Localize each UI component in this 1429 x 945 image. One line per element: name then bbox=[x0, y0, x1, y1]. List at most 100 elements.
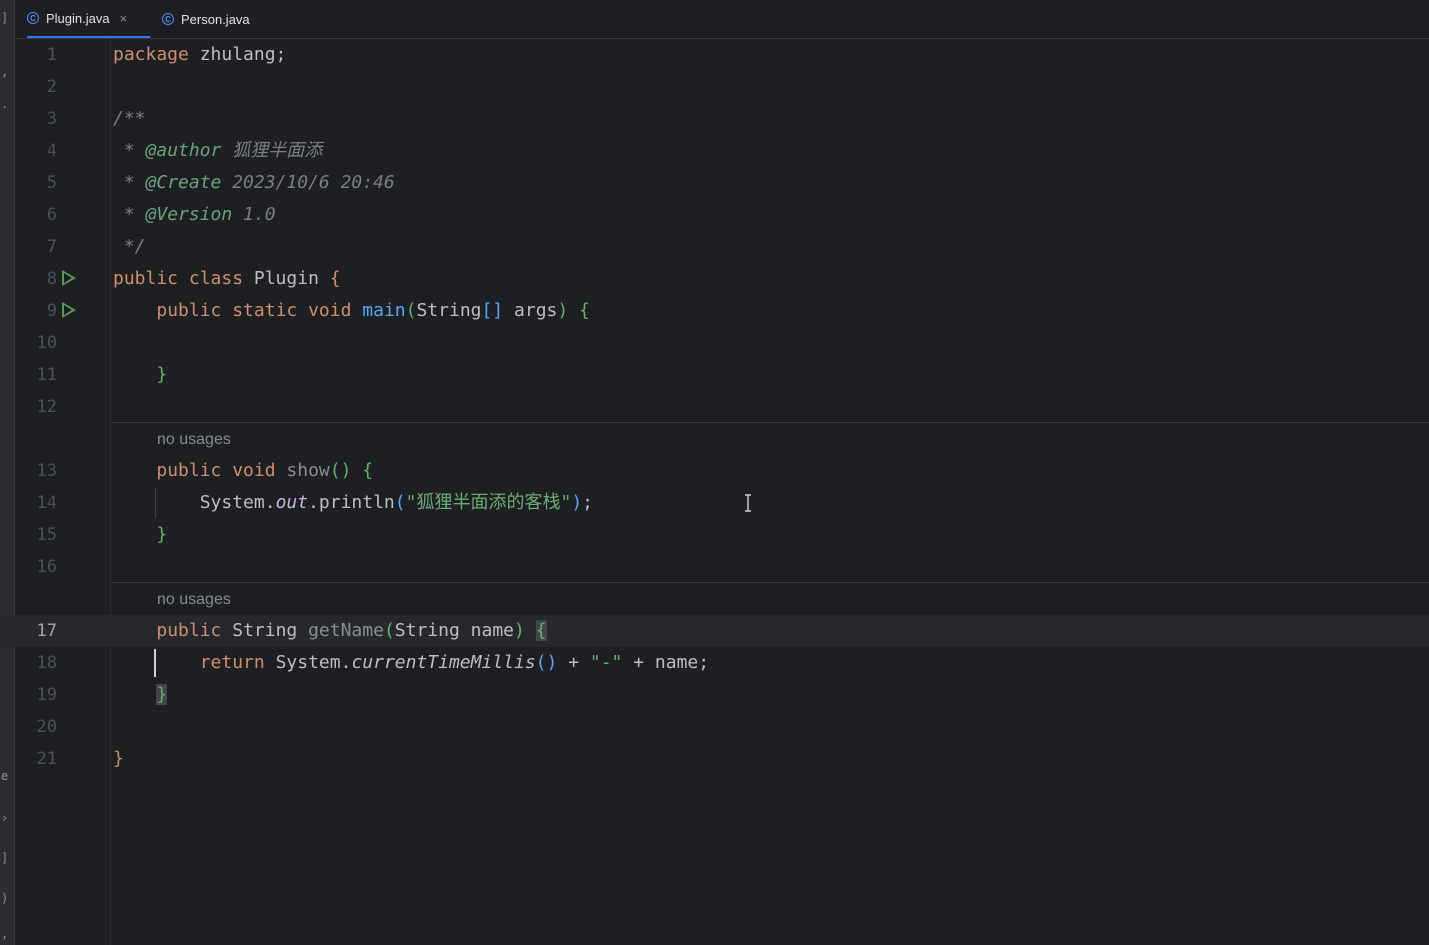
type: String bbox=[394, 620, 460, 641]
line-number: 16 bbox=[36, 557, 57, 577]
run-tool-icon[interactable]: › bbox=[1, 812, 8, 824]
code-line-13[interactable]: public void show() { bbox=[113, 455, 373, 487]
brace: { bbox=[568, 300, 590, 321]
brace: { bbox=[351, 460, 374, 481]
javadoc-tag: @Version bbox=[145, 204, 233, 225]
brace: { bbox=[329, 268, 341, 289]
code-line-21[interactable]: } bbox=[113, 743, 124, 775]
code-line-8[interactable]: public class Plugin { bbox=[113, 263, 341, 295]
static-field: out bbox=[275, 492, 309, 513]
line-number: 5 bbox=[46, 173, 57, 193]
method-separator bbox=[113, 582, 1429, 583]
code-line-4[interactable]: * @author 狐狸半面添 bbox=[113, 135, 322, 167]
line-number-current: 17 bbox=[36, 621, 57, 641]
line-number: 15 bbox=[36, 525, 57, 545]
tab-plugin-java[interactable]: C Plugin.java × bbox=[27, 0, 150, 38]
type: String bbox=[221, 620, 298, 641]
comment: /** bbox=[113, 108, 146, 129]
comment: 1.0 bbox=[232, 204, 276, 225]
line-number: 8 bbox=[46, 269, 57, 289]
line-number: 19 bbox=[36, 685, 57, 705]
line-number: 4 bbox=[46, 141, 57, 161]
semicolon: ; bbox=[582, 492, 593, 513]
keyword: public void bbox=[156, 460, 276, 481]
left-tool-strip: ] , . e › ] ) , bbox=[0, 0, 15, 945]
method-name: main bbox=[351, 300, 406, 321]
operator: + bbox=[557, 652, 590, 673]
line-number: 18 bbox=[36, 653, 57, 673]
structure-tool-icon[interactable]: , bbox=[1, 66, 8, 78]
paren: ( bbox=[383, 620, 395, 641]
matched-brace: } bbox=[156, 684, 168, 705]
code-line-3[interactable]: /** bbox=[113, 103, 146, 135]
code-line-7[interactable]: */ bbox=[113, 231, 146, 263]
ibeam-cursor-icon bbox=[745, 494, 751, 512]
code-text: zhulang; bbox=[188, 44, 287, 65]
line-number: 20 bbox=[36, 717, 57, 737]
code-line-6[interactable]: * @Version 1.0 bbox=[113, 199, 276, 231]
line-number: 7 bbox=[46, 237, 57, 257]
line-number: 2 bbox=[46, 77, 57, 97]
string-literal: "狐狸半面添的客栈" bbox=[405, 492, 572, 513]
text-caret bbox=[154, 649, 156, 677]
line-number: 21 bbox=[36, 749, 57, 769]
comment: 狐狸半面添 bbox=[221, 140, 323, 161]
keyword: public static void bbox=[156, 300, 352, 321]
tab-person-java[interactable]: C Person.java bbox=[162, 0, 250, 38]
run-class-icon[interactable] bbox=[62, 270, 76, 286]
param: args bbox=[503, 300, 558, 321]
string-literal: "-" bbox=[589, 652, 623, 673]
line-number: 13 bbox=[36, 461, 57, 481]
brace: } bbox=[156, 524, 168, 545]
editor-tab-bar: C Plugin.java × C Person.java bbox=[15, 0, 1429, 39]
paren: ) bbox=[514, 620, 525, 641]
type: String bbox=[416, 300, 482, 321]
code-line-17[interactable]: public String getName(String name) { bbox=[113, 615, 547, 647]
comment: * bbox=[113, 204, 146, 225]
matched-brace: { bbox=[535, 620, 547, 641]
line-number: 9 bbox=[46, 301, 57, 321]
paren: ) bbox=[571, 492, 583, 513]
services-tool-icon[interactable]: e bbox=[1, 770, 8, 782]
code-line-5[interactable]: * @Create 2023/10/6 20:46 bbox=[113, 167, 395, 199]
usages-hint[interactable]: no usages bbox=[157, 424, 231, 456]
terminal-tool-icon[interactable]: ] bbox=[1, 852, 8, 864]
code-line-1[interactable]: package zhulang; bbox=[113, 39, 286, 71]
c-class-icon: C bbox=[27, 12, 39, 24]
paren: ) bbox=[557, 300, 569, 321]
bookmarks-tool-icon[interactable]: . bbox=[1, 98, 8, 110]
problems-tool-icon[interactable]: ) bbox=[1, 892, 8, 904]
line-number: 1 bbox=[46, 45, 57, 65]
line-number: 12 bbox=[36, 397, 57, 417]
project-tool-icon[interactable]: ] bbox=[1, 12, 8, 24]
code-line-11[interactable]: } bbox=[113, 359, 167, 391]
usages-hint[interactable]: no usages bbox=[157, 584, 231, 616]
code-line-18[interactable]: return System.currentTimeMillis() + "-" … bbox=[113, 647, 709, 679]
run-main-icon[interactable] bbox=[62, 302, 76, 318]
line-number: 10 bbox=[36, 333, 57, 353]
line-number: 3 bbox=[46, 109, 57, 129]
javadoc-tag: @author bbox=[145, 140, 222, 161]
code-line-14[interactable]: System.out.println("狐狸半面添的客栈"); bbox=[113, 487, 593, 519]
brackets: [] bbox=[481, 300, 504, 321]
close-icon[interactable]: × bbox=[120, 11, 128, 26]
brace: } bbox=[156, 364, 168, 385]
brace: } bbox=[113, 748, 124, 769]
paren: () bbox=[535, 652, 558, 673]
method-separator bbox=[113, 422, 1429, 423]
tab-label: Plugin.java bbox=[46, 10, 110, 26]
paren: ( bbox=[394, 492, 406, 513]
code-line-9[interactable]: public static void main(String[] args) { bbox=[113, 295, 590, 327]
param: name bbox=[459, 620, 515, 641]
code-line-19[interactable]: } bbox=[113, 679, 168, 711]
git-tool-icon[interactable]: , bbox=[1, 928, 8, 940]
comment: * bbox=[113, 140, 146, 161]
static-method-call: currentTimeMillis bbox=[351, 652, 536, 673]
code-line-15[interactable]: } bbox=[113, 519, 167, 551]
keyword: package bbox=[113, 44, 189, 65]
keyword: public class bbox=[113, 268, 244, 289]
